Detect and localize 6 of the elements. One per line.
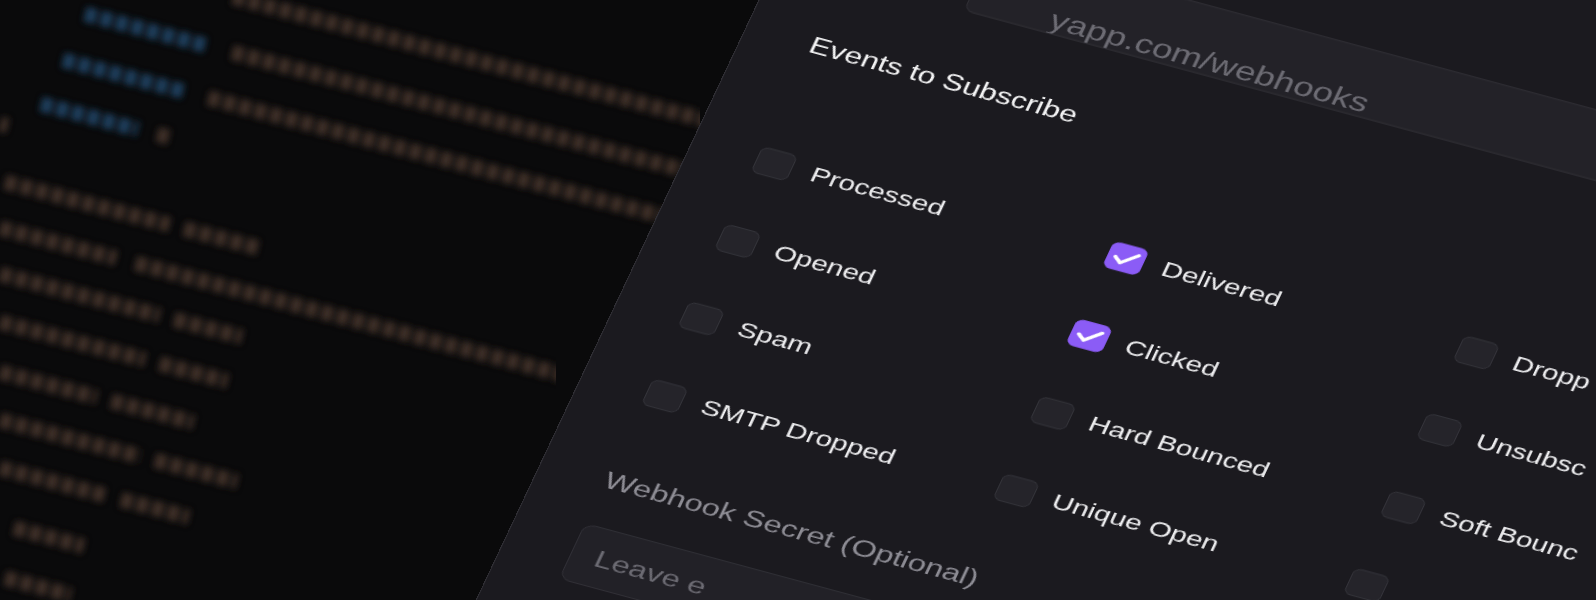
checkbox-label[interactable]: Dropp <box>1508 351 1596 395</box>
checkbox-label[interactable]: Spam <box>733 317 818 360</box>
checkbox-label[interactable]: Opened <box>769 239 881 289</box>
checkbox-label[interactable]: Clicked <box>1120 334 1224 382</box>
checkbox-label[interactable]: Unique Open <box>1047 489 1224 557</box>
checkbox-label[interactable]: Soft Bounc <box>1435 506 1583 566</box>
